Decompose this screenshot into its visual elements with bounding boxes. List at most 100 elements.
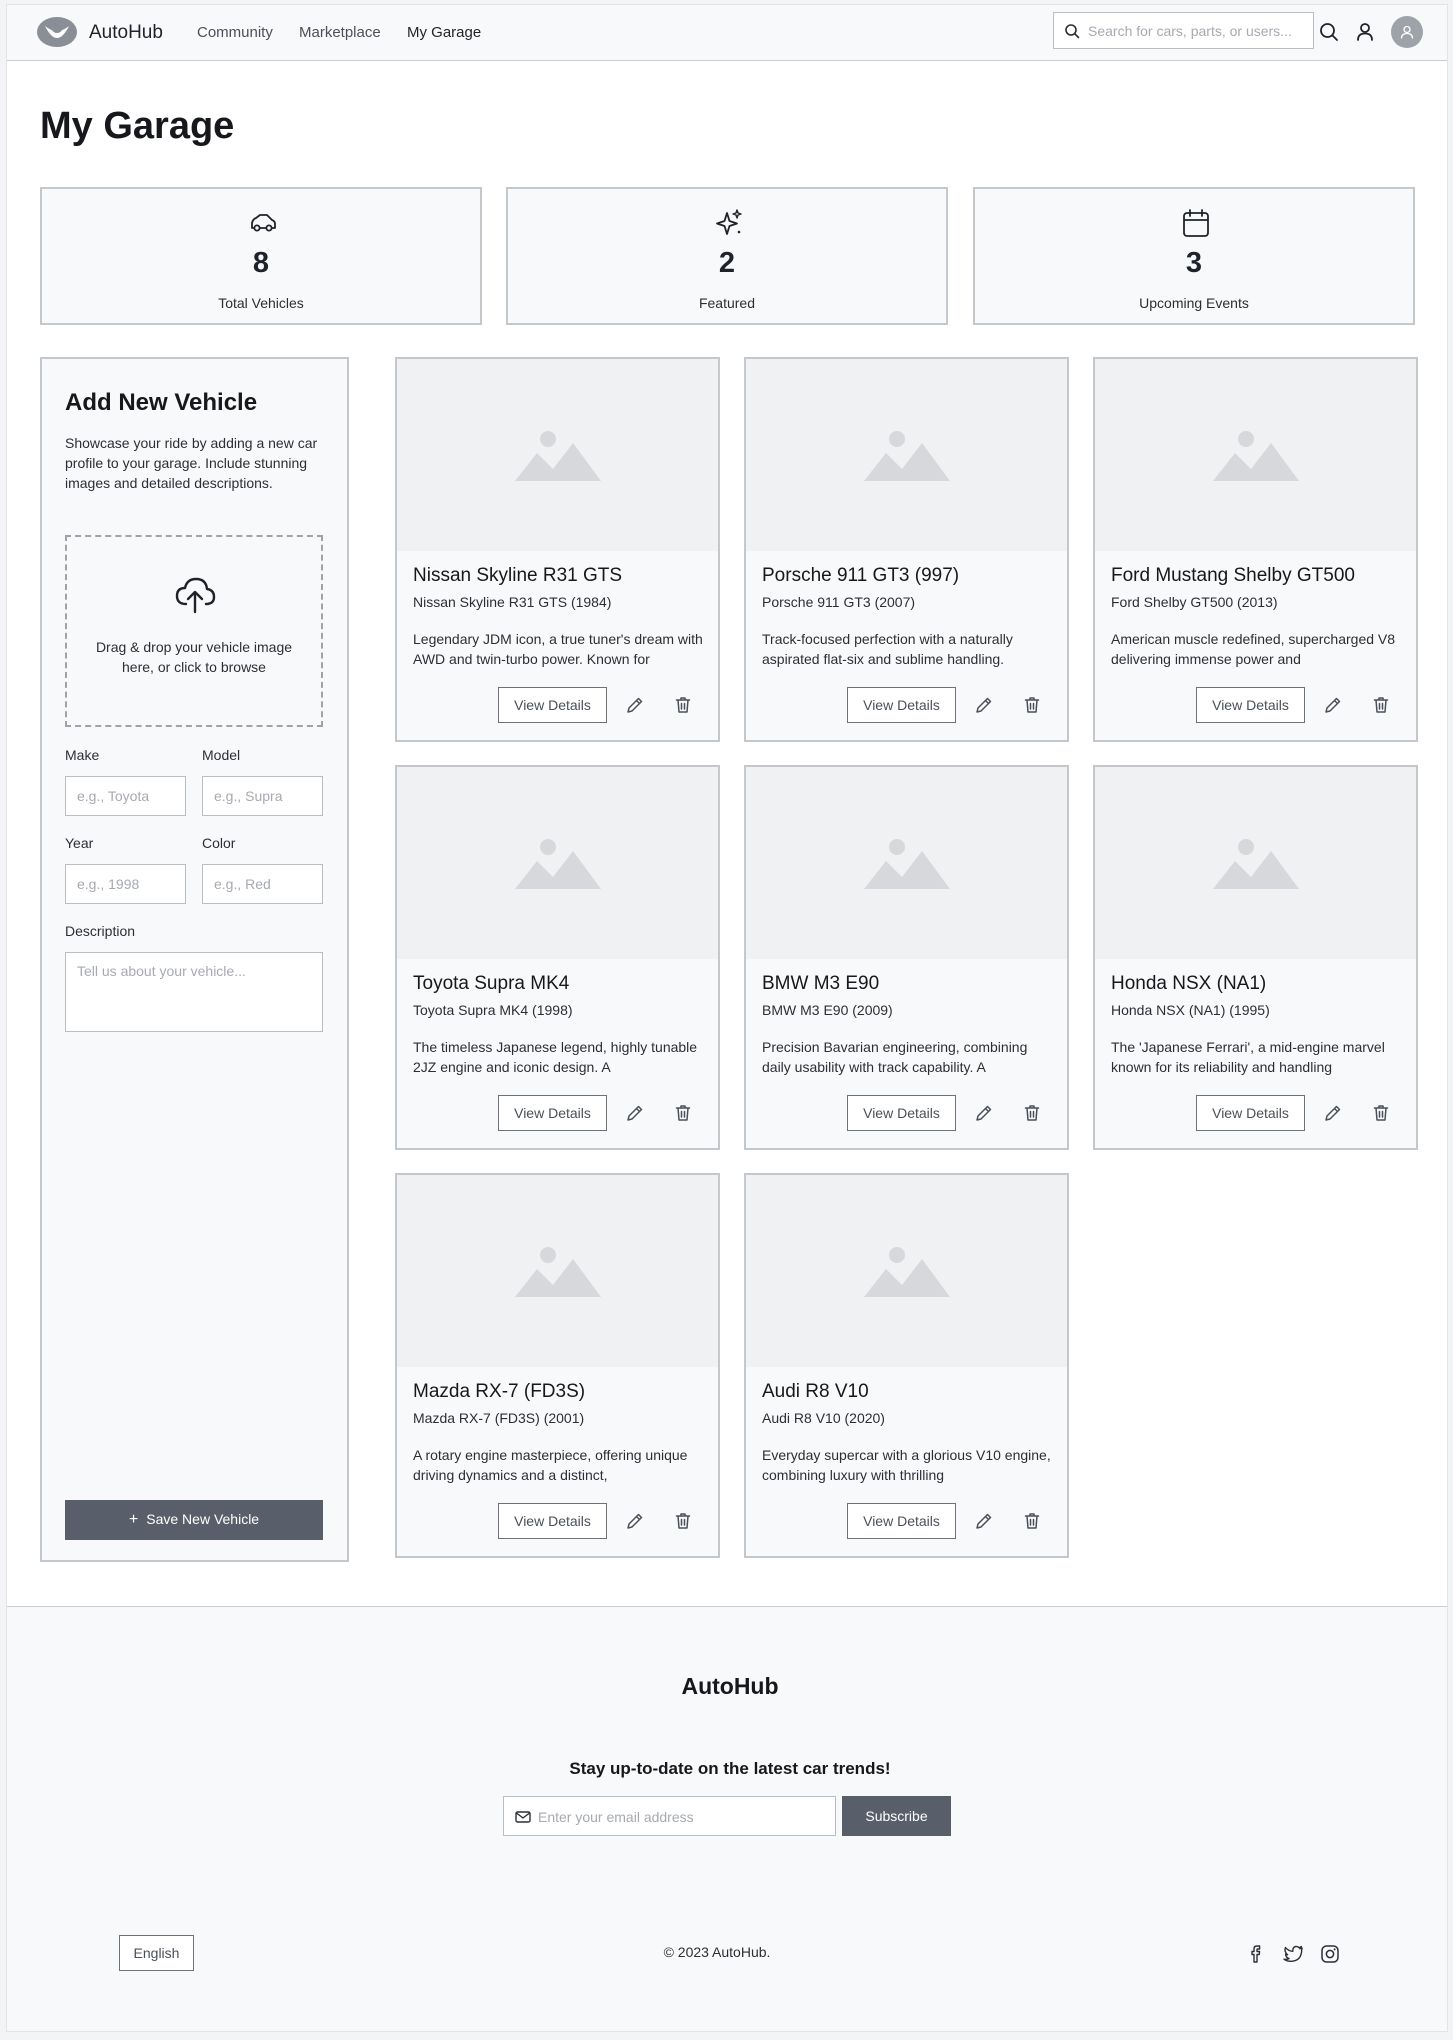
vehicle-image-placeholder bbox=[1095, 359, 1416, 551]
twitter-icon[interactable] bbox=[1282, 1943, 1304, 1965]
nav-marketplace[interactable]: Marketplace bbox=[299, 24, 381, 41]
nav-my-garage[interactable]: My Garage bbox=[407, 24, 481, 41]
vehicle-card[interactable]: Nissan Skyline R31 GTS Nissan Skyline R3… bbox=[395, 357, 720, 742]
year-input[interactable] bbox=[65, 864, 186, 904]
vehicle-card[interactable]: Honda NSX (NA1) Honda NSX (NA1) (1995) T… bbox=[1093, 765, 1418, 1150]
vehicle-card[interactable]: Toyota Supra MK4 Toyota Supra MK4 (1998)… bbox=[395, 765, 720, 1150]
vehicle-image-placeholder bbox=[397, 359, 718, 551]
nav-community[interactable]: Community bbox=[197, 24, 273, 41]
save-vehicle-button[interactable]: + Save New Vehicle bbox=[65, 1500, 323, 1540]
trash-icon[interactable] bbox=[1371, 695, 1391, 715]
subscribe-button[interactable]: Subscribe bbox=[842, 1796, 951, 1836]
search-icon bbox=[1065, 24, 1080, 39]
vehicle-title: Ford Mustang Shelby GT500 bbox=[1111, 565, 1355, 586]
pencil-icon[interactable] bbox=[625, 1511, 645, 1531]
view-details-button[interactable]: View Details bbox=[847, 1095, 956, 1131]
vehicle-card[interactable]: Audi R8 V10 Audi R8 V10 (2020) Everyday … bbox=[744, 1173, 1069, 1558]
trash-icon[interactable] bbox=[673, 1103, 693, 1123]
sparkles-icon bbox=[716, 209, 742, 235]
brand-name[interactable]: AutoHub bbox=[89, 22, 163, 44]
vehicle-subtitle: Ford Shelby GT500 (2013) bbox=[1111, 594, 1278, 610]
vehicle-card[interactable]: Ford Mustang Shelby GT500 Ford Shelby GT… bbox=[1093, 357, 1418, 742]
make-label: Make bbox=[65, 747, 100, 763]
vehicle-card[interactable]: Porsche 911 GT3 (997) Porsche 911 GT3 (2… bbox=[744, 357, 1069, 742]
vehicle-description: Track-focused perfection with a naturall… bbox=[762, 631, 1013, 667]
car-icon bbox=[251, 214, 276, 232]
image-placeholder-icon bbox=[864, 431, 950, 481]
search-icon[interactable] bbox=[1318, 21, 1340, 43]
user-icon[interactable] bbox=[1354, 21, 1376, 43]
stat-label: Featured bbox=[698, 295, 756, 311]
instagram-icon[interactable] bbox=[1319, 1943, 1341, 1965]
app-frame: AutoHub Community Marketplace My Garage bbox=[6, 4, 1448, 2032]
stat-value: 8 bbox=[252, 247, 270, 279]
description-textarea[interactable] bbox=[65, 952, 323, 1032]
view-details-button[interactable]: View Details bbox=[847, 1503, 956, 1539]
image-dropzone[interactable]: Drag & drop your vehicle image here, or … bbox=[65, 535, 323, 727]
stat-label: Upcoming Events bbox=[1139, 295, 1249, 311]
color-input[interactable] bbox=[202, 864, 323, 904]
vehicle-description: American muscle redefined, supercharged … bbox=[1111, 631, 1396, 667]
image-placeholder-icon bbox=[864, 839, 950, 889]
vehicle-title: Mazda RX-7 (FD3S) bbox=[413, 1381, 586, 1402]
trash-icon[interactable] bbox=[1022, 1103, 1042, 1123]
plus-icon: + bbox=[128, 1511, 139, 1528]
vehicle-title: Nissan Skyline R31 GTS bbox=[413, 565, 623, 586]
vehicle-card[interactable]: BMW M3 E90 BMW M3 E90 (2009) Precision B… bbox=[744, 765, 1069, 1150]
trash-icon[interactable] bbox=[673, 1511, 693, 1531]
vehicle-subtitle: Audi R8 V10 (2020) bbox=[762, 1410, 885, 1426]
footer-brand: AutoHub bbox=[681, 1673, 779, 1699]
pencil-icon[interactable] bbox=[625, 695, 645, 715]
vehicle-image-placeholder bbox=[746, 1175, 1067, 1367]
trash-icon[interactable] bbox=[1371, 1103, 1391, 1123]
model-label: Model bbox=[202, 747, 241, 763]
avatar[interactable] bbox=[1391, 16, 1423, 48]
view-details-button[interactable]: View Details bbox=[498, 1503, 607, 1539]
trash-icon[interactable] bbox=[1022, 695, 1042, 715]
dropzone-text: Drag & drop your vehicle image here, or … bbox=[95, 639, 293, 675]
page-title: My Garage bbox=[40, 105, 235, 147]
panel-title: Add New Vehicle bbox=[65, 389, 258, 416]
vehicle-subtitle: BMW M3 E90 (2009) bbox=[762, 1002, 893, 1018]
pencil-icon[interactable] bbox=[1323, 1103, 1343, 1123]
search-input[interactable] bbox=[1088, 19, 1308, 43]
vehicle-image-placeholder bbox=[746, 359, 1067, 551]
pencil-icon[interactable] bbox=[1323, 695, 1343, 715]
image-placeholder-icon bbox=[1213, 431, 1299, 481]
vehicle-card[interactable]: Mazda RX-7 (FD3S) Mazda RX-7 (FD3S) (200… bbox=[395, 1173, 720, 1558]
vehicle-description: A rotary engine masterpiece, offering un… bbox=[413, 1447, 688, 1483]
newsletter-email-field bbox=[503, 1796, 836, 1836]
stat-label: Total Vehicles bbox=[218, 295, 304, 311]
vehicle-description: The timeless Japanese legend, highly tun… bbox=[413, 1039, 698, 1075]
image-placeholder-icon bbox=[515, 431, 601, 481]
logo-icon[interactable] bbox=[36, 16, 78, 48]
stat-value: 3 bbox=[1185, 247, 1203, 279]
copyright-text: © 2023 AutoHub. bbox=[663, 1944, 771, 1960]
trash-icon[interactable] bbox=[673, 695, 693, 715]
pencil-icon[interactable] bbox=[974, 1103, 994, 1123]
top-nav-bar: AutoHub Community Marketplace My Garage bbox=[7, 5, 1447, 61]
vehicle-title: BMW M3 E90 bbox=[762, 973, 880, 994]
view-details-button[interactable]: View Details bbox=[1196, 1095, 1305, 1131]
vehicle-description: Everyday supercar with a glorious V10 en… bbox=[762, 1447, 1051, 1483]
stat-card-total-vehicles: 8 Total Vehicles bbox=[40, 187, 482, 325]
footer: AutoHub Stay up-to-date on the latest ca… bbox=[7, 1606, 1447, 2031]
trash-icon[interactable] bbox=[1022, 1511, 1042, 1531]
view-details-button[interactable]: View Details bbox=[1196, 687, 1305, 723]
pencil-icon[interactable] bbox=[974, 695, 994, 715]
view-details-button[interactable]: View Details bbox=[847, 687, 956, 723]
facebook-icon[interactable] bbox=[1245, 1943, 1267, 1965]
pencil-icon[interactable] bbox=[625, 1103, 645, 1123]
email-input[interactable] bbox=[538, 1805, 828, 1829]
view-details-button[interactable]: View Details bbox=[498, 687, 607, 723]
image-placeholder-icon bbox=[1213, 839, 1299, 889]
pencil-icon[interactable] bbox=[974, 1511, 994, 1531]
view-details-button[interactable]: View Details bbox=[498, 1095, 607, 1131]
vehicle-image-placeholder bbox=[1095, 767, 1416, 959]
image-placeholder-icon bbox=[864, 1247, 950, 1297]
make-input[interactable] bbox=[65, 776, 186, 816]
model-input[interactable] bbox=[202, 776, 323, 816]
vehicle-title: Audi R8 V10 bbox=[762, 1381, 869, 1402]
vehicle-title: Toyota Supra MK4 bbox=[413, 973, 570, 994]
vehicle-subtitle: Porsche 911 GT3 (2007) bbox=[762, 594, 916, 610]
